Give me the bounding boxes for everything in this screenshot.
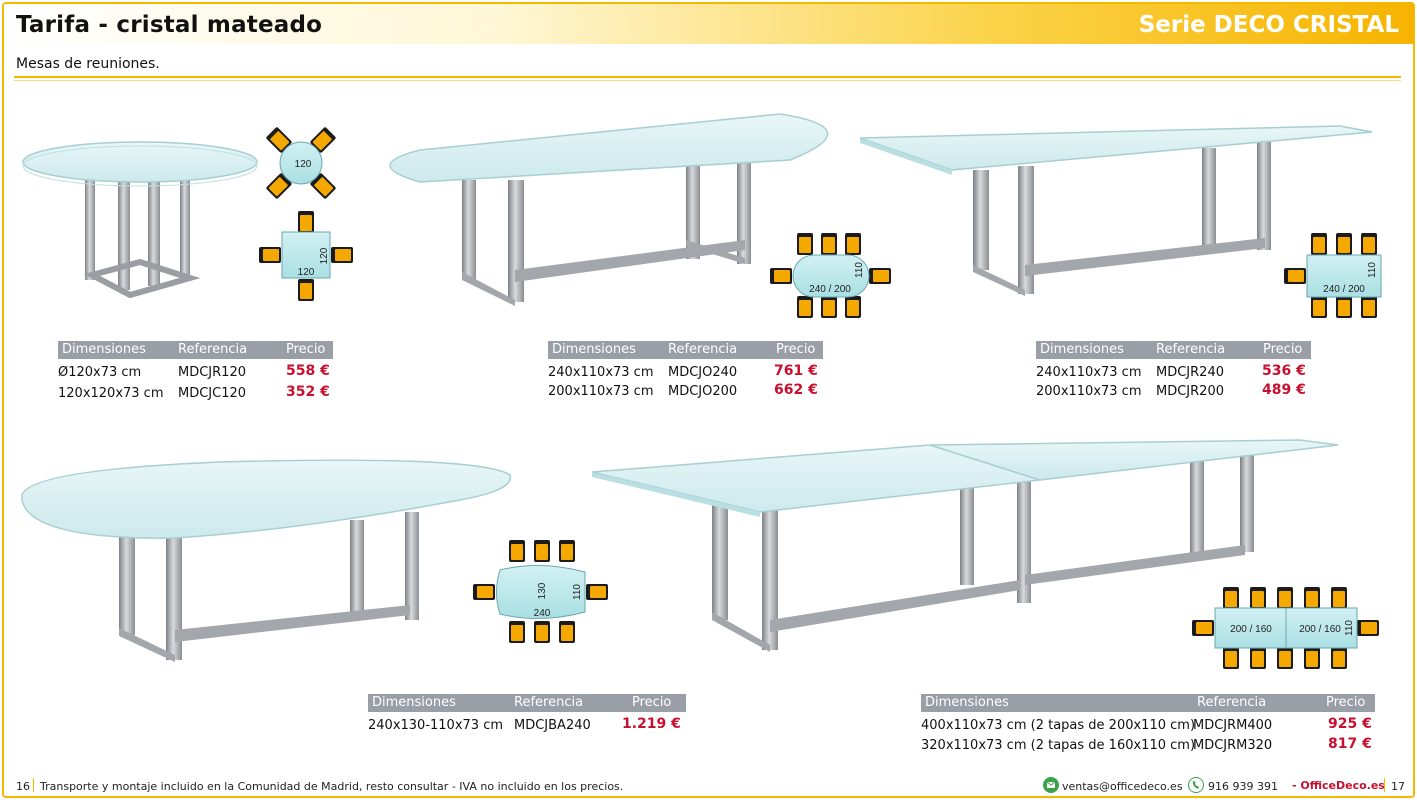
square-plan-height: 120 — [319, 247, 330, 264]
footer-separator — [33, 778, 34, 792]
header-reference: Referencia — [514, 695, 584, 710]
header-price: Precio — [286, 342, 326, 357]
cell-reference: MDCJC120 — [178, 386, 247, 401]
header-reference: Referencia — [1197, 695, 1267, 710]
cell-price: 662 € — [774, 382, 818, 398]
header-dimensions: Dimensiones — [372, 695, 456, 710]
price-table-double: Dimensiones Referencia Precio 400x110x73… — [921, 694, 1375, 755]
double-plan-length-a: 200 / 160 — [1230, 624, 1272, 635]
page-footer: 16 Transporte y montaje incluido en la C… — [0, 774, 1417, 798]
cell-dimensions: Ø120x73 cm — [58, 365, 142, 380]
header-dimensions: Dimensiones — [62, 342, 146, 357]
header-reference: Referencia — [1156, 342, 1226, 357]
email-icon — [1043, 777, 1059, 793]
footer-email[interactable]: ventas@officedeco.es — [1062, 780, 1183, 793]
boat-plan-width-1: 130 — [537, 582, 548, 599]
boat-table-image — [21, 459, 512, 662]
cell-reference: MDCJR240 — [1156, 365, 1224, 380]
price-table-oval: Dimensiones Referencia Precio 240x110x73… — [548, 341, 823, 400]
square-table-plan — [259, 211, 353, 301]
table-row: 400x110x73 cm (2 tapas de 200x110 cm) MD… — [921, 715, 1375, 735]
table-header: Dimensiones Referencia Precio — [368, 694, 686, 712]
cell-price: 1.219 € — [622, 716, 681, 732]
price-table-rect: Dimensiones Referencia Precio 240x110x73… — [1036, 341, 1311, 400]
cell-price: 536 € — [1262, 363, 1306, 379]
cell-dimensions: 400x110x73 cm (2 tapas de 200x110 cm) — [921, 718, 1196, 733]
cell-reference: MDCJR120 — [178, 365, 246, 380]
rect-plan-width: 110 — [1367, 262, 1378, 278]
header-dimensions: Dimensiones — [552, 342, 636, 357]
page-number-right: 17 — [1391, 780, 1405, 793]
header-reference: Referencia — [668, 342, 738, 357]
header-price: Precio — [1263, 342, 1303, 357]
phone-icon — [1188, 777, 1204, 793]
round-plan-label: 120 — [295, 159, 312, 170]
price-table-round: Dimensiones Referencia Precio Ø120x73 cm… — [58, 341, 333, 404]
double-plan-width: 110 — [1344, 620, 1355, 636]
table-row: Ø120x73 cm MDCJR120 558 € — [58, 362, 333, 383]
header-reference: Referencia — [178, 342, 248, 357]
cell-dimensions: 320x110x73 cm (2 tapas de 160x110 cm) — [921, 738, 1196, 753]
square-plan-width: 120 — [298, 267, 315, 278]
cell-dimensions: 200x110x73 cm — [1036, 384, 1142, 399]
header-dimensions: Dimensiones — [1040, 342, 1124, 357]
cell-price: 489 € — [1262, 382, 1306, 398]
cell-price: 558 € — [286, 363, 330, 379]
oval-table-image — [389, 113, 829, 306]
cell-reference: MDCJRM400 — [1193, 718, 1273, 733]
cell-dimensions: 240x110x73 cm — [548, 365, 654, 380]
table-row: 240x110x73 cm MDCJO240 761 € — [548, 362, 823, 381]
cell-reference: MDCJO240 — [668, 365, 738, 380]
cell-reference: MDCJO200 — [668, 384, 738, 399]
cell-dimensions: 240x110x73 cm — [1036, 365, 1142, 380]
footer-note: Transporte y montaje incluido en la Comu… — [40, 780, 624, 793]
cell-reference: MDCJRM320 — [1193, 738, 1273, 753]
table-header: Dimensiones Referencia Precio — [1036, 341, 1311, 359]
table-header: Dimensiones Referencia Precio — [548, 341, 823, 359]
footer-brand[interactable]: - OfficeDeco.es — [1292, 779, 1385, 792]
footer-phone: 916 939 391 — [1208, 780, 1278, 793]
table-row: 320x110x73 cm (2 tapas de 160x110 cm) MD… — [921, 735, 1375, 755]
cell-dimensions: 120x120x73 cm — [58, 386, 164, 401]
cell-reference: MDCJBA240 — [514, 718, 591, 733]
table-row: 200x110x73 cm MDCJR200 489 € — [1036, 381, 1311, 400]
boat-plan-width-2: 110 — [572, 584, 583, 600]
round-table-image — [22, 141, 258, 299]
header-dimensions: Dimensiones — [925, 695, 1009, 710]
cell-dimensions: 200x110x73 cm — [548, 384, 654, 399]
oval-plan-length: 240 / 200 — [809, 284, 851, 295]
boat-plan-length: 240 — [534, 608, 551, 619]
header-price: Precio — [776, 342, 816, 357]
oval-plan-width: 110 — [854, 262, 865, 278]
table-row: 240x110x73 cm MDCJR240 536 € — [1036, 362, 1311, 381]
cell-dimensions: 240x130-110x73 cm — [368, 718, 504, 733]
table-row: 120x120x73 cm MDCJC120 352 € — [58, 383, 333, 404]
page-number-left: 16 — [16, 780, 30, 793]
table-header: Dimensiones Referencia Precio — [921, 694, 1375, 712]
cell-price: 817 € — [1328, 736, 1372, 752]
cell-price: 925 € — [1328, 716, 1372, 732]
double-plan-length-b: 200 / 160 — [1299, 624, 1341, 635]
footer-separator — [1384, 778, 1385, 792]
table-header: Dimensiones Referencia Precio — [58, 341, 333, 359]
table-row: 200x110x73 cm MDCJO200 662 € — [548, 381, 823, 400]
oval-table-plan — [770, 233, 891, 318]
cell-price: 352 € — [286, 384, 330, 400]
rect-plan-length: 240 / 200 — [1323, 284, 1365, 295]
price-table-boat: Dimensiones Referencia Precio 240x130-11… — [368, 694, 686, 736]
header-price: Precio — [1326, 695, 1366, 710]
cell-reference: MDCJR200 — [1156, 384, 1224, 399]
cell-price: 761 € — [774, 363, 818, 379]
header-price: Precio — [632, 695, 672, 710]
table-row: 240x130-110x73 cm MDCJBA240 1.219 € — [368, 715, 686, 736]
